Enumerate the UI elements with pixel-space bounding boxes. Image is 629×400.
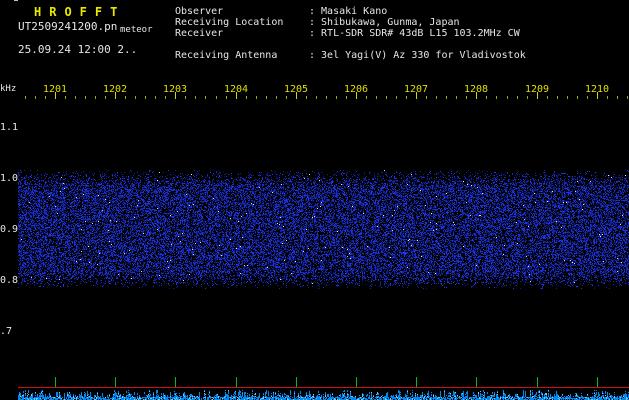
info-value-observer: : Masaki Kano: [309, 6, 388, 17]
info-value-receiving-antenna: : 3el Yagi(V) Az 330 for Vladivostok: [309, 50, 526, 61]
y-tick-label: 1.1: [0, 122, 19, 133]
mode-label: meteor: [120, 25, 153, 35]
y-tick-label: 1.0: [0, 173, 19, 184]
y-tick-label: .7: [0, 326, 13, 337]
info-label-observer: Observer: [175, 6, 224, 17]
datetime-label: 25.09.24 12:00 2..: [18, 43, 138, 56]
signal-strength-strip-canvas: [0, 375, 629, 400]
info-row-observer: Observer : Masaki Kano: [175, 6, 387, 17]
app-title: HROFFT: [34, 5, 126, 19]
info-row-receiving-antenna: Receiving Antenna : 3el Yagi(V) Az 330 fo…: [175, 50, 526, 61]
info-value-receiving-location: : Shibukawa, Gunma, Japan: [309, 17, 460, 28]
y-tick-label: 0.8: [0, 275, 19, 286]
info-label-receiving-antenna: Receiving Antenna: [175, 50, 278, 61]
spectrogram-canvas: [18, 92, 629, 375]
y-tick-label: 0.9: [0, 224, 19, 235]
info-value-receiver: : RTL-SDR SDR# 43dB L15 103.2MHz CW: [309, 28, 520, 39]
info-row-receiver: Receiver : RTL-SDR SDR# 43dB L15 103.2MHz…: [175, 28, 520, 39]
y-axis-unit-label: kHz: [0, 84, 17, 94]
hrofft-window: HROFFT UT2509241200.pn meteor 25.09.24 1…: [0, 0, 629, 400]
info-row-receiving-location: Receiving Location : Shibukawa, Gunma, Ja…: [175, 17, 460, 28]
y-axis-tick-mark: [14, 0, 18, 1]
info-label-receiving-location: Receiving Location: [175, 17, 284, 28]
output-filename: UT2509241200.pn: [18, 20, 118, 33]
info-label-receiver: Receiver: [175, 28, 224, 39]
